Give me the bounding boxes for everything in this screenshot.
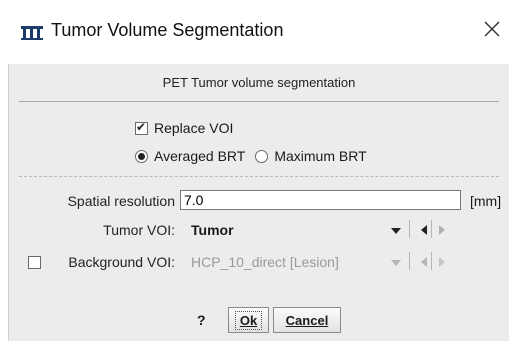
- ok-button[interactable]: Ok: [228, 307, 269, 333]
- averaged-brt-radio[interactable]: [135, 149, 148, 163]
- chevron-down-icon[interactable]: [390, 226, 402, 236]
- next-arrow-icon[interactable]: [438, 225, 446, 235]
- close-icon[interactable]: [480, 17, 504, 41]
- averaged-brt-label: Averaged BRT: [154, 148, 246, 164]
- replace-voi-label: Replace VOI: [154, 120, 234, 136]
- maximum-brt-label: Maximum BRT: [274, 148, 367, 164]
- section-title: PET Tumor volume segmentation: [162, 75, 356, 90]
- spatial-resolution-unit: [mm]: [470, 193, 502, 209]
- brt-mode-radio-group: Averaged BRT Maximum BRT: [135, 148, 367, 164]
- cancel-button-label: Cancel: [285, 312, 329, 328]
- dialog-body: PET Tumor volume segmentation Replace VO…: [8, 64, 509, 341]
- separator: [431, 252, 432, 270]
- maximum-brt-radio[interactable]: [255, 149, 269, 163]
- spatial-resolution-input[interactable]: [180, 190, 461, 210]
- next-arrow-icon[interactable]: [438, 257, 446, 267]
- previous-arrow-icon[interactable]: [420, 225, 428, 235]
- dashed-divider: [19, 176, 499, 177]
- pmod-logo-icon: [21, 26, 43, 40]
- cancel-button[interactable]: Cancel: [273, 307, 341, 333]
- spatial-resolution-label: Spatial resolution: [67, 193, 175, 209]
- separator: [409, 220, 410, 238]
- ok-button-label: Ok: [234, 310, 263, 330]
- previous-arrow-icon[interactable]: [420, 257, 428, 267]
- separator: [409, 252, 410, 270]
- background-voi-select[interactable]: HCP_10_direct [Lesion]: [191, 254, 339, 270]
- tumor-voi-select[interactable]: Tumor: [191, 222, 234, 238]
- separator: [431, 220, 432, 238]
- divider: [19, 101, 499, 102]
- window-title: Tumor Volume Segmentation: [51, 20, 284, 40]
- help-button[interactable]: ?: [197, 312, 206, 328]
- replace-voi-checkbox[interactable]: [135, 120, 148, 135]
- replace-voi-option[interactable]: Replace VOI: [135, 120, 233, 136]
- background-voi-label: Background VOI:: [68, 254, 175, 270]
- title-bar: Tumor Volume Segmentation: [0, 0, 514, 64]
- tumor-voi-label: Tumor VOI:: [103, 222, 175, 238]
- chevron-down-icon[interactable]: [390, 258, 402, 268]
